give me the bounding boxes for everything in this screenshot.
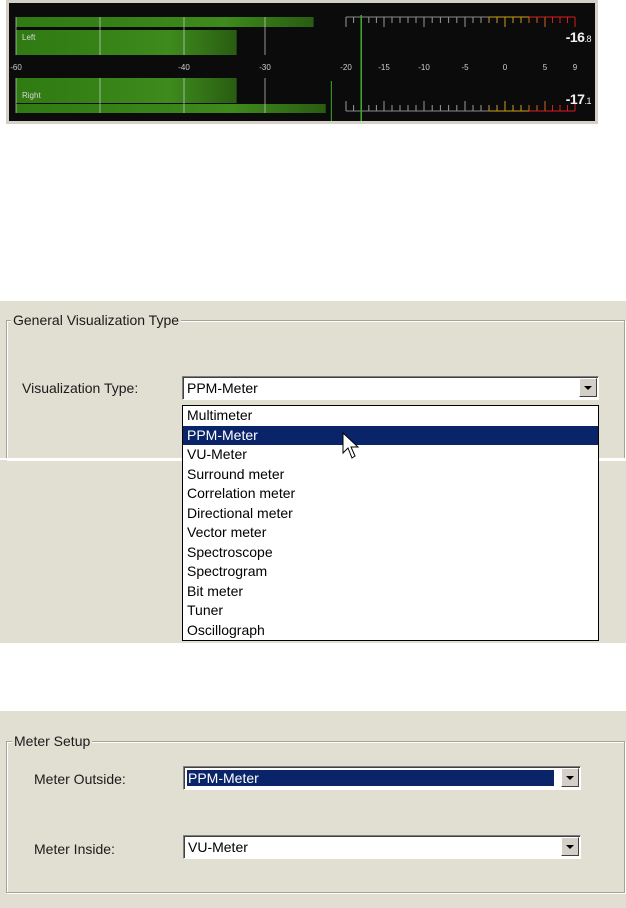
scale-label: 0 (503, 63, 508, 72)
general-visualization-title: General Visualization Type (11, 312, 182, 328)
meter-outside-label: Meter Outside: (34, 771, 126, 787)
meter-inside-label: Meter Inside: (34, 841, 115, 857)
visualization-type-select[interactable]: PPM-Meter (182, 376, 599, 400)
visualization-type-dropdown-list[interactable]: Multimeter PPM-Meter VU-Meter Surround mete… (182, 405, 599, 641)
ppm-meter-display: -60 -40 -30 -20 -15 -10 -5 0 5 9 Left Right -16.8… (9, 3, 595, 121)
ppm-meter-graphic: -60 -40 -30 -20 -15 -10 -5 0 5 9 (10, 15, 578, 121)
dropdown-option[interactable]: Tuner (183, 601, 598, 621)
left-readout-value: -16 (565, 29, 585, 45)
dropdown-option[interactable]: Oscillograph (183, 621, 598, 641)
dropdown-option[interactable]: Directional meter (183, 504, 598, 524)
left-peak-bar (16, 17, 314, 27)
meter-inside-dropdown-button[interactable] (561, 837, 579, 856)
right-readout-decimal-digit: 1 (586, 96, 591, 106)
right-readout-value: -17 (565, 91, 585, 107)
chevron-down-icon (584, 386, 592, 390)
meter-inside-value: VU-Meter (188, 839, 248, 855)
dropdown-option[interactable]: Bit meter (183, 582, 598, 602)
scale-label: 9 (573, 63, 578, 72)
scale-label: -5 (461, 63, 469, 72)
dropdown-option[interactable]: Multimeter (183, 406, 598, 426)
scale-label: -40 (178, 63, 190, 72)
mouse-pointer-icon (342, 432, 360, 459)
meter-setup-title: Meter Setup (12, 733, 93, 749)
right-peak-readout: -17.1 (565, 91, 592, 107)
meter-outside-dropdown-button[interactable] (561, 768, 579, 787)
right-rms-bar (16, 104, 326, 113)
left-peak-readout: -16.8 (565, 29, 592, 45)
scale-label: -15 (378, 63, 390, 72)
meter-setup-groupbox (6, 741, 625, 893)
right-peak-bar (16, 78, 237, 103)
dropdown-option[interactable]: VU-Meter (183, 445, 598, 465)
meter-setup-panel: Meter Setup Meter Outside: PPM-Meter Met… (0, 711, 626, 908)
dropdown-option[interactable]: Vector meter (183, 523, 598, 543)
ppm-meter-frame: -60 -40 -30 -20 -15 -10 -5 0 5 9 Left Right -16.8… (6, 0, 598, 124)
dropdown-option[interactable]: Surround meter (183, 465, 598, 485)
meter-inside-select[interactable]: VU-Meter (183, 835, 581, 859)
scale-label: -60 (10, 63, 22, 72)
scale-label: -10 (418, 63, 430, 72)
dropdown-option[interactable]: Spectrogram (183, 562, 598, 582)
dropdown-option[interactable]: PPM-Meter (183, 425, 598, 445)
visualization-type-value: PPM-Meter (187, 380, 258, 396)
dropdown-option[interactable]: Correlation meter (183, 484, 598, 504)
scale-label: 5 (543, 63, 548, 72)
left-channel-label: Left (22, 33, 36, 42)
dropdown-option[interactable]: Spectroscope (183, 543, 598, 563)
meter-outside-value: PPM-Meter (187, 770, 554, 786)
left-rms-bar (16, 30, 237, 55)
chevron-down-icon (566, 776, 574, 780)
right-channel-label: Right (22, 91, 41, 100)
visualization-type-dropdown-button[interactable] (579, 378, 597, 397)
scale-label: -30 (259, 63, 271, 72)
right-readout-decimal: .1 (584, 96, 591, 106)
left-readout-decimal: .8 (584, 34, 591, 44)
scale-label: -20 (340, 63, 352, 72)
chevron-down-icon (566, 845, 574, 849)
visualization-type-label: Visualization Type: (22, 380, 139, 396)
meter-outside-select[interactable]: PPM-Meter (183, 766, 581, 790)
left-readout-decimal-digit: 8 (586, 34, 591, 44)
